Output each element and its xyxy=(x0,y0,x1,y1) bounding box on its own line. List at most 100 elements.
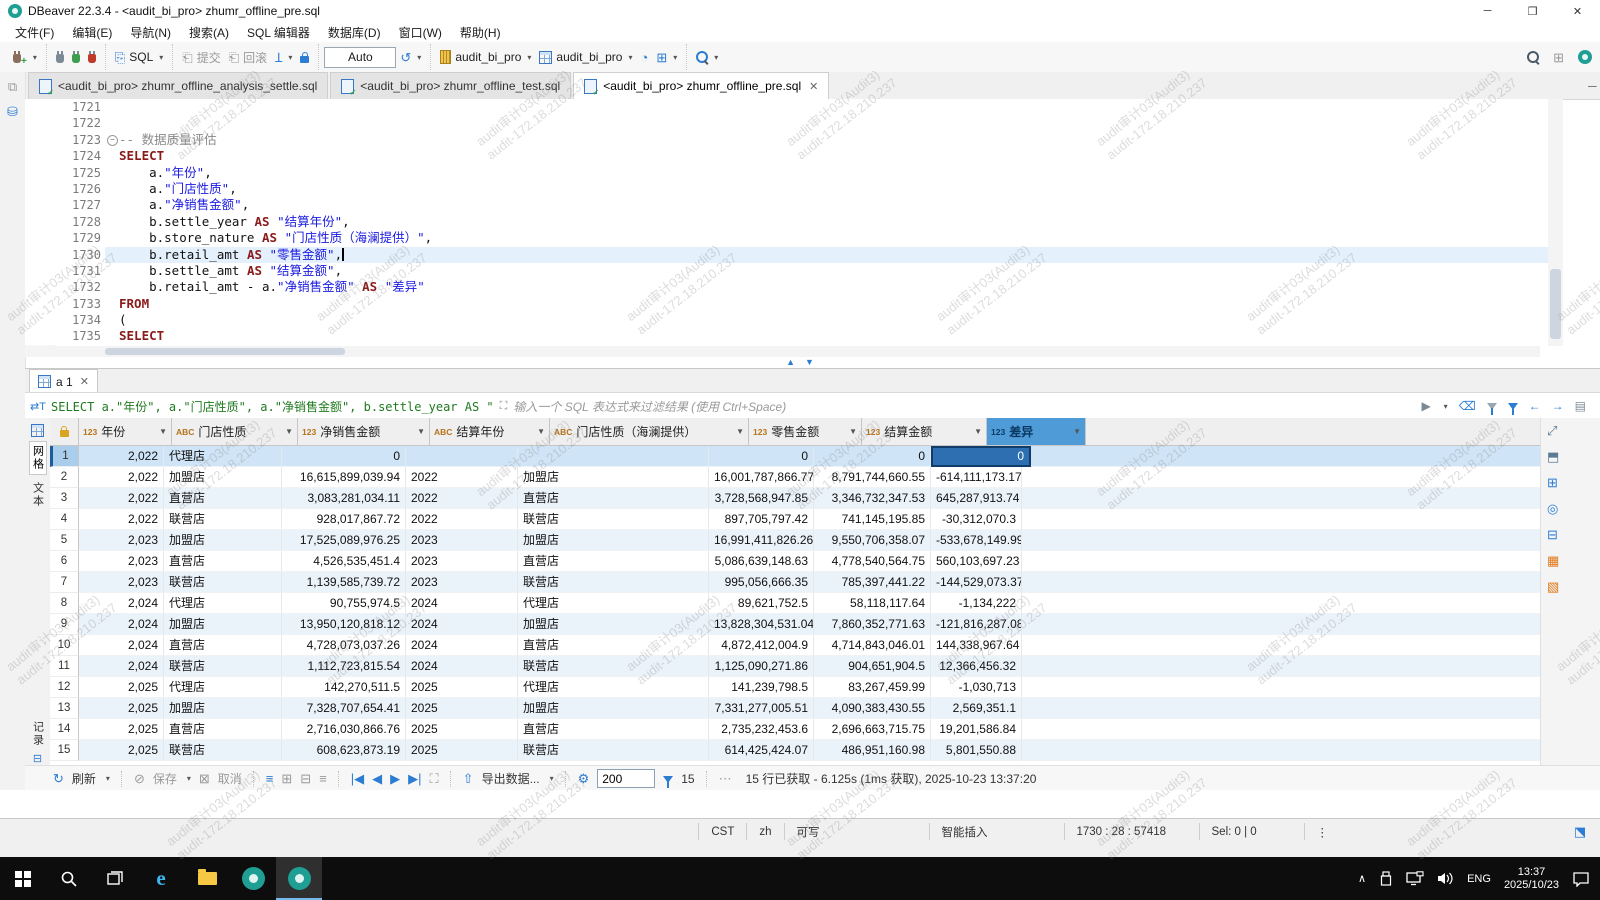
selection-info[interactable]: Sel: 0 | 0 xyxy=(1199,823,1304,840)
goto-row-icon[interactable]: ⛶ xyxy=(430,772,439,785)
grid-cell[interactable]: 2023 xyxy=(406,572,518,593)
grid-cell[interactable]: 741,145,195.85 xyxy=(814,509,931,530)
panels-icon[interactable]: ⬒ xyxy=(1547,450,1559,463)
row-number-cell[interactable]: 12 xyxy=(50,677,79,698)
grid-cell[interactable]: 928,017,867.72 xyxy=(282,509,406,530)
menu-item[interactable]: 搜索(A) xyxy=(180,22,238,42)
grid-cell[interactable]: -144,529,073.37 xyxy=(931,572,1022,593)
grid-cell[interactable]: 直营店 xyxy=(164,551,282,572)
timezone-indicator[interactable]: CST xyxy=(698,823,746,840)
connect-button[interactable] xyxy=(52,49,68,65)
grid-cell[interactable]: 2,025 xyxy=(79,740,164,761)
grid-cell[interactable]: 联营店 xyxy=(518,509,709,530)
database-navigator-icon[interactable]: ⛁ xyxy=(7,105,18,118)
collapse-up-icon[interactable]: ▲ xyxy=(786,357,795,368)
grid-cell[interactable]: 加盟店 xyxy=(518,467,709,488)
row-number-cell[interactable]: 9 xyxy=(50,614,79,635)
row-number-cell[interactable]: 7 xyxy=(50,572,79,593)
grid-cell[interactable]: -121,816,287.08 xyxy=(931,614,1022,635)
grid-cell[interactable]: 2,735,232,453.6 xyxy=(709,719,814,740)
transaction-lock-button[interactable] xyxy=(296,50,313,65)
grid-cell[interactable]: 2025 xyxy=(406,677,518,698)
column-filter-icon[interactable]: ▼ xyxy=(285,427,293,436)
grid-cell[interactable]: 2,024 xyxy=(79,614,164,635)
grid-cell[interactable]: -533,678,149.99 xyxy=(931,530,1022,551)
last-row-icon[interactable]: ▶| xyxy=(408,772,421,785)
grid-cell[interactable]: 608,623,873.19 xyxy=(282,740,406,761)
grid-cell[interactable] xyxy=(406,446,518,467)
grid-cell[interactable]: 2,025 xyxy=(79,677,164,698)
grid-cell[interactable]: 3,083,281,034.11 xyxy=(282,488,406,509)
side-tab-record[interactable]: 记录 xyxy=(30,718,46,750)
calc-panel-icon[interactable]: ▦ xyxy=(1547,554,1559,567)
grid-cell[interactable]: 2024 xyxy=(406,656,518,677)
grid-cell[interactable]: 4,526,535,451.4 xyxy=(282,551,406,572)
reconnect-button[interactable] xyxy=(68,49,84,65)
grid-cell[interactable]: 代理店 xyxy=(164,677,282,698)
filter-settings-icon[interactable] xyxy=(1487,399,1497,413)
menu-item[interactable]: 窗口(W) xyxy=(390,22,451,42)
grid-cell[interactable]: -1,134,222 xyxy=(931,593,1022,614)
grid-cell[interactable]: 9,550,706,358.07 xyxy=(814,530,931,551)
editor-tab[interactable]: <audit_bi_pro> zhumr_offline_pre.sql✕ xyxy=(573,72,829,99)
row-number-cell[interactable]: 11 xyxy=(50,656,79,677)
side-tab-text[interactable]: 文本 xyxy=(30,479,46,511)
close-button[interactable]: ✕ xyxy=(1555,0,1600,22)
copy-row-icon[interactable]: ⊞ xyxy=(281,772,292,785)
editor-vscrollbar[interactable] xyxy=(1548,99,1563,346)
delete-row-icon[interactable]: ⊟ xyxy=(300,772,311,785)
grid-cell[interactable]: -614,111,173.17 xyxy=(931,467,1022,488)
grid-cell[interactable]: 联营店 xyxy=(164,572,282,593)
column-filter-icon[interactable]: ▼ xyxy=(159,427,167,436)
caret-position[interactable]: 1730 : 28 : 57418 xyxy=(1064,823,1199,840)
grid-cell[interactable]: 2,024 xyxy=(79,593,164,614)
grid-cell[interactable]: 2025 xyxy=(406,719,518,740)
references-icon[interactable]: ⊟ xyxy=(1547,528,1558,541)
column-header-123[interactable]: 123净销售金额▼ xyxy=(298,418,430,445)
column-header-123[interactable]: 123年份▼ xyxy=(79,418,172,445)
column-filter-icon[interactable]: ▼ xyxy=(849,427,857,436)
grid-cell[interactable]: 加盟店 xyxy=(518,698,709,719)
file-explorer-button[interactable] xyxy=(184,857,230,900)
row-number-cell[interactable]: 4 xyxy=(50,509,79,530)
grid-cell[interactable]: 89,621,752.5 xyxy=(709,593,814,614)
perspective-icon[interactable]: ⊞ xyxy=(1553,51,1564,64)
input-language-indicator[interactable]: ENG xyxy=(1467,873,1491,885)
column-filter-icon[interactable]: ▼ xyxy=(537,427,545,436)
grid-cell[interactable]: 904,651,904.5 xyxy=(814,656,931,677)
grid-cell[interactable]: 联营店 xyxy=(518,740,709,761)
grid-cell[interactable]: 1,112,723,815.54 xyxy=(282,656,406,677)
grid-cell[interactable]: 4,778,540,564.75 xyxy=(814,551,931,572)
grid-cell[interactable]: 4,090,383,430.55 xyxy=(814,698,931,719)
speaker-icon[interactable] xyxy=(1437,871,1454,886)
grid-cell[interactable]: 142,270,511.5 xyxy=(282,677,406,698)
row-number-cell[interactable]: 5 xyxy=(50,530,79,551)
task-view-button[interactable] xyxy=(92,857,138,900)
grid-cell[interactable]: 3,728,568,947.85 xyxy=(709,488,814,509)
grid-cell[interactable]: 直营店 xyxy=(518,488,709,509)
grid-cell[interactable]: 2,022 xyxy=(79,509,164,530)
grid-cell[interactable]: -1,030,713 xyxy=(931,677,1022,698)
grid-cell[interactable]: 0 xyxy=(282,446,406,467)
grid-cell[interactable]: 直营店 xyxy=(518,551,709,572)
first-row-icon[interactable]: |◀ xyxy=(351,772,364,785)
row-number-cell[interactable]: 3 xyxy=(50,488,79,509)
grid-cell[interactable]: 4,872,412,004.9 xyxy=(709,635,814,656)
refresh-button[interactable]: 刷新 xyxy=(72,770,96,787)
overflow-icon[interactable]: ⋯ xyxy=(719,772,732,785)
write-mode-indicator[interactable]: 可写 xyxy=(784,823,929,840)
grid-cell[interactable]: 0 xyxy=(709,446,814,467)
statusbar-overflow-icon[interactable]: ⋮ xyxy=(1304,823,1341,840)
row-number-cell[interactable]: 14 xyxy=(50,719,79,740)
apply-filter-icon[interactable]: ▶ xyxy=(1421,399,1430,413)
export-button[interactable]: 导出数据... xyxy=(482,770,540,787)
grid-corner-cell[interactable] xyxy=(50,418,79,445)
grid-cell[interactable]: 加盟店 xyxy=(164,698,282,719)
grid-cell[interactable]: 加盟店 xyxy=(518,614,709,635)
grid-cell[interactable]: 2025 xyxy=(406,698,518,719)
grid-cell[interactable]: 5,801,550.88 xyxy=(931,740,1022,761)
usb-tray-icon[interactable] xyxy=(1379,871,1393,887)
menu-item[interactable]: SQL 编辑器 xyxy=(238,22,319,42)
grid-cell[interactable]: 7,331,277,005.51 xyxy=(709,698,814,719)
menu-item[interactable]: 数据库(D) xyxy=(319,22,390,42)
